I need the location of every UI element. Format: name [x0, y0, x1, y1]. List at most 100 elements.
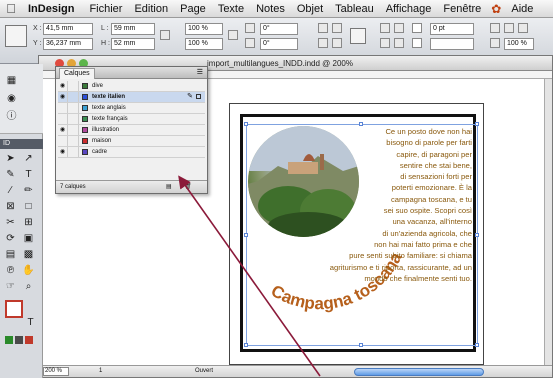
eye-hidden-icon[interactable] [58, 136, 68, 146]
scale-y-field[interactable]: 100 % [185, 38, 223, 50]
delete-layer-icon[interactable]: 🗑 [184, 181, 192, 193]
menu-page[interactable]: Page [180, 3, 206, 15]
gradient-tool-icon[interactable]: ▩ [22, 248, 35, 261]
lock-toggle-icon[interactable] [69, 136, 79, 146]
pencil-tool-icon[interactable]: ✏ [22, 184, 35, 197]
zoom-tool-icon[interactable]: ⌕ [22, 280, 35, 293]
rotate-tool-icon[interactable]: ⟳ [4, 232, 17, 245]
menu-fenetre[interactable]: Fenêtre [443, 3, 481, 15]
handle-top-left[interactable] [244, 122, 248, 126]
opacity-icon[interactable] [490, 38, 500, 48]
shear-field[interactable]: 0° [260, 38, 298, 50]
page-navigation-field[interactable]: 1 [99, 366, 102, 377]
eye-icon[interactable]: ◉ [58, 125, 68, 135]
handle-bottom-center[interactable] [359, 343, 363, 347]
layers-tab[interactable]: Calques [59, 68, 95, 79]
vertical-scrollbar[interactable] [544, 79, 552, 366]
selection-square-icon[interactable] [196, 94, 201, 99]
menu-notes[interactable]: Notes [256, 3, 285, 15]
handle-top-right[interactable] [475, 122, 479, 126]
select-previous-icon[interactable] [380, 38, 390, 48]
opacity-field[interactable]: 100 % [504, 38, 534, 50]
lock-toggle-icon[interactable] [69, 114, 79, 124]
layer-row[interactable]: texte anglais [58, 103, 205, 114]
stroke-swatch-icon[interactable] [412, 38, 422, 48]
menu-aide[interactable]: Aide [511, 3, 533, 15]
menu-edition[interactable]: Edition [134, 3, 168, 15]
select-container-icon[interactable] [380, 23, 390, 33]
lock-toggle-icon[interactable] [69, 147, 79, 157]
menu-tableau[interactable]: Tableau [335, 3, 374, 15]
rotate-icon[interactable] [245, 23, 255, 33]
fill-stroke-swatch-icon[interactable] [5, 300, 23, 318]
fit-frame-icon[interactable] [504, 23, 514, 33]
scissors-tool-icon[interactable]: ✂ [4, 216, 17, 229]
flip-horizontal-icon[interactable] [318, 38, 328, 48]
menu-affichage[interactable]: Affichage [386, 3, 432, 15]
lock-toggle-icon[interactable] [69, 92, 79, 102]
info-panel-icon[interactable]: ⓘ [5, 110, 18, 123]
rotation-field[interactable]: 0° [260, 23, 298, 35]
handle-middle-left[interactable] [244, 233, 248, 237]
height-field[interactable]: 52 mm [111, 38, 155, 50]
stroke-type-field[interactable] [430, 38, 474, 50]
menu-app-name[interactable]: InDesign [28, 3, 74, 15]
x-field[interactable]: 41,5 mm [43, 23, 93, 35]
pen-tool-icon[interactable]: ✎ [4, 168, 17, 181]
handle-bottom-right[interactable] [475, 343, 479, 347]
stroke-weight-field[interactable]: 0 pt [430, 23, 474, 35]
layer-row[interactable]: ◉ illustration [58, 125, 205, 136]
select-content-icon[interactable] [394, 23, 404, 33]
effects-icon[interactable] [518, 23, 528, 33]
reference-point-icon[interactable] [5, 25, 27, 47]
document-page[interactable]: Campagna toscana Ce un posto dove non ha… [229, 103, 484, 365]
links-panel-icon[interactable]: ◉ [5, 92, 18, 105]
rectangle-frame-tool-icon[interactable]: ⊠ [4, 200, 17, 213]
apple-menu-icon[interactable]:  [0, 1, 22, 16]
shear-icon[interactable] [245, 38, 255, 48]
lock-toggle-icon[interactable] [69, 81, 79, 91]
scale-lock-icon[interactable] [228, 30, 238, 40]
eye-icon[interactable]: ◉ [58, 92, 68, 102]
handle-bottom-left[interactable] [244, 343, 248, 347]
direct-selection-tool-icon[interactable]: ↗ [22, 152, 35, 165]
hand-tool-icon[interactable]: ✋ [22, 264, 35, 277]
constrain-proportions-icon[interactable] [160, 30, 170, 40]
fit-content-icon[interactable] [490, 23, 500, 33]
type-tool-icon[interactable]: T [22, 168, 35, 181]
lock-toggle-icon[interactable] [69, 125, 79, 135]
menu-fichier[interactable]: Fichier [89, 3, 122, 15]
hand-tool-alt-icon[interactable]: ☞ [4, 280, 17, 293]
horizontal-scroll-thumb[interactable] [354, 368, 484, 376]
free-transform-tool-icon[interactable]: ⊞ [22, 216, 35, 229]
rectangle-tool-icon[interactable]: □ [22, 200, 35, 213]
script-menu-icon[interactable]: ✿ [491, 2, 501, 16]
rotate-90-cw-icon[interactable] [318, 23, 328, 33]
line-tool-icon[interactable]: ∕ [4, 184, 17, 197]
lock-toggle-icon[interactable] [69, 103, 79, 113]
layer-row[interactable]: ◉ dive [58, 81, 205, 92]
eyedropper-tool-icon[interactable]: ℗ [4, 264, 17, 277]
handle-middle-right[interactable] [475, 233, 479, 237]
scale-x-field[interactable]: 100 % [185, 23, 223, 35]
selection-tool-icon[interactable]: ➤ [4, 152, 17, 165]
rotate-90-ccw-icon[interactable] [332, 23, 342, 33]
eye-hidden-icon[interactable] [58, 103, 68, 113]
formatting-text-icon[interactable]: T [24, 316, 37, 329]
y-field[interactable]: 36,237 mm [43, 38, 93, 50]
bleed-view-icon[interactable] [25, 336, 33, 344]
note-tool-icon[interactable]: ▤ [4, 248, 17, 261]
flip-preview-icon[interactable] [350, 28, 366, 44]
handle-top-center[interactable] [359, 122, 363, 126]
width-field[interactable]: 59 mm [111, 23, 155, 35]
scale-tool-icon[interactable]: ▣ [22, 232, 35, 245]
eye-icon[interactable]: ◉ [58, 147, 68, 157]
document-state[interactable]: Ouvert [195, 366, 213, 377]
layer-row[interactable]: maison [58, 136, 205, 147]
new-layer-icon[interactable]: ▤ [166, 181, 172, 193]
select-next-icon[interactable] [394, 38, 404, 48]
panel-menu-icon[interactable]: ☰ [197, 68, 203, 76]
layer-row[interactable]: ◉ texte italien ✎ [58, 92, 205, 103]
eye-hidden-icon[interactable] [58, 114, 68, 124]
normal-view-icon[interactable] [5, 336, 13, 344]
